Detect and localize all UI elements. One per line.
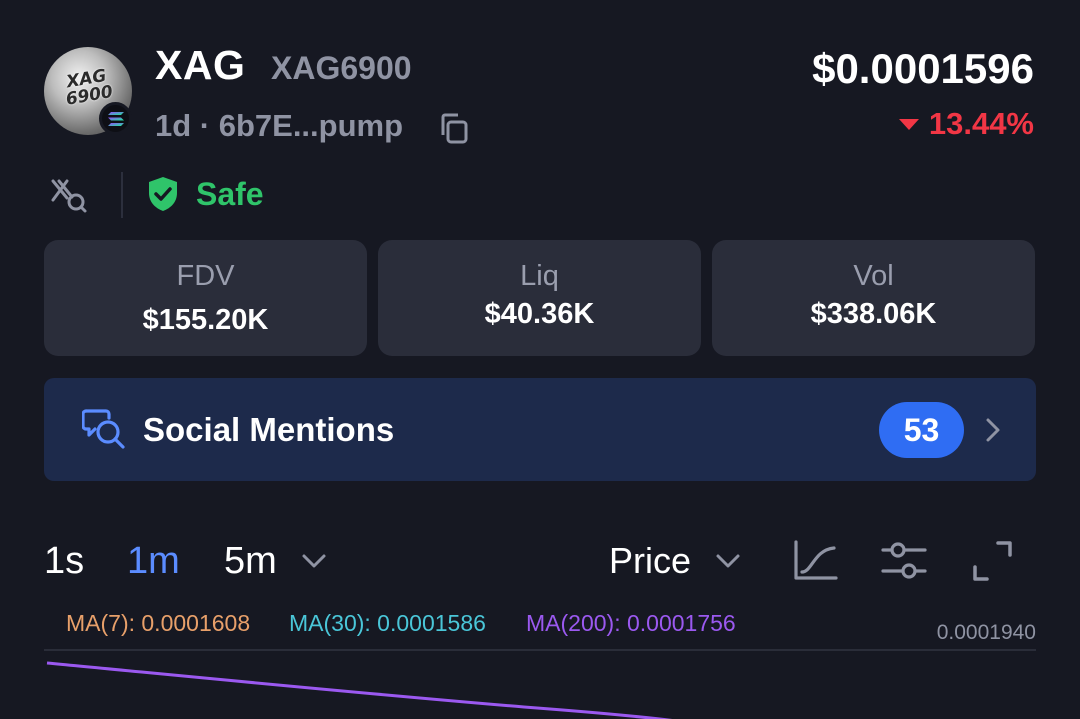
shield-check-icon — [149, 177, 177, 211]
ma30-label: MA(30): 0.0001586 — [289, 610, 486, 636]
divider — [121, 172, 123, 218]
ma200-label: MA(200): 0.0001756 — [526, 610, 736, 636]
price-change-value: 13.44% — [928, 106, 1034, 141]
timeframe-1s[interactable]: 1s — [44, 540, 84, 583]
price-change: 13.44% — [898, 106, 1034, 142]
timeframe-1m[interactable]: 1m — [127, 540, 180, 583]
chevron-right-icon — [986, 418, 1000, 442]
stat-card-liq: Liq $40.36K — [378, 240, 701, 356]
ma200-line — [46, 661, 673, 719]
stat-value: $338.06K — [810, 298, 937, 330]
chart-top-border — [44, 649, 1036, 651]
line-chart-icon[interactable] — [792, 538, 840, 584]
chevron-down-icon[interactable] — [299, 546, 329, 576]
solana-icon — [99, 102, 132, 135]
timeframe-5m[interactable]: 5m — [224, 540, 277, 583]
chat-search-icon — [82, 409, 125, 449]
safe-status-label[interactable]: Safe — [196, 176, 264, 213]
indicator-settings-icon[interactable] — [880, 538, 928, 584]
y-axis-top-label: 0.0001940 — [936, 621, 1036, 644]
token-ticker: XAG6900 — [271, 50, 412, 86]
stat-card-fdv: FDV $155.20K — [44, 240, 367, 356]
price-mode-select[interactable]: Price — [609, 540, 691, 582]
stat-label: Vol — [853, 260, 894, 292]
chevron-down-icon[interactable] — [713, 546, 743, 576]
social-mentions-label: Social Mentions — [143, 411, 395, 448]
fullscreen-icon[interactable] — [968, 538, 1016, 584]
stat-card-vol: Vol $338.06K — [712, 240, 1035, 356]
stat-label: Liq — [520, 260, 559, 292]
stat-value: $40.36K — [484, 298, 595, 330]
token-age-address: 1d · 6b7E...pump — [155, 108, 404, 143]
copy-icon[interactable] — [436, 111, 470, 145]
token-price: $0.0001596 — [812, 45, 1034, 92]
stat-value: $155.20K — [142, 304, 269, 336]
price-chart[interactable] — [44, 652, 1036, 719]
mentions-count-badge: 53 — [879, 402, 964, 458]
down-triangle-icon — [898, 118, 919, 130]
ma7-label: MA(7): 0.0001608 — [66, 610, 251, 636]
stat-label: FDV — [176, 260, 235, 292]
x-search-icon[interactable] — [50, 178, 88, 214]
token-symbol: XAG — [155, 42, 246, 88]
